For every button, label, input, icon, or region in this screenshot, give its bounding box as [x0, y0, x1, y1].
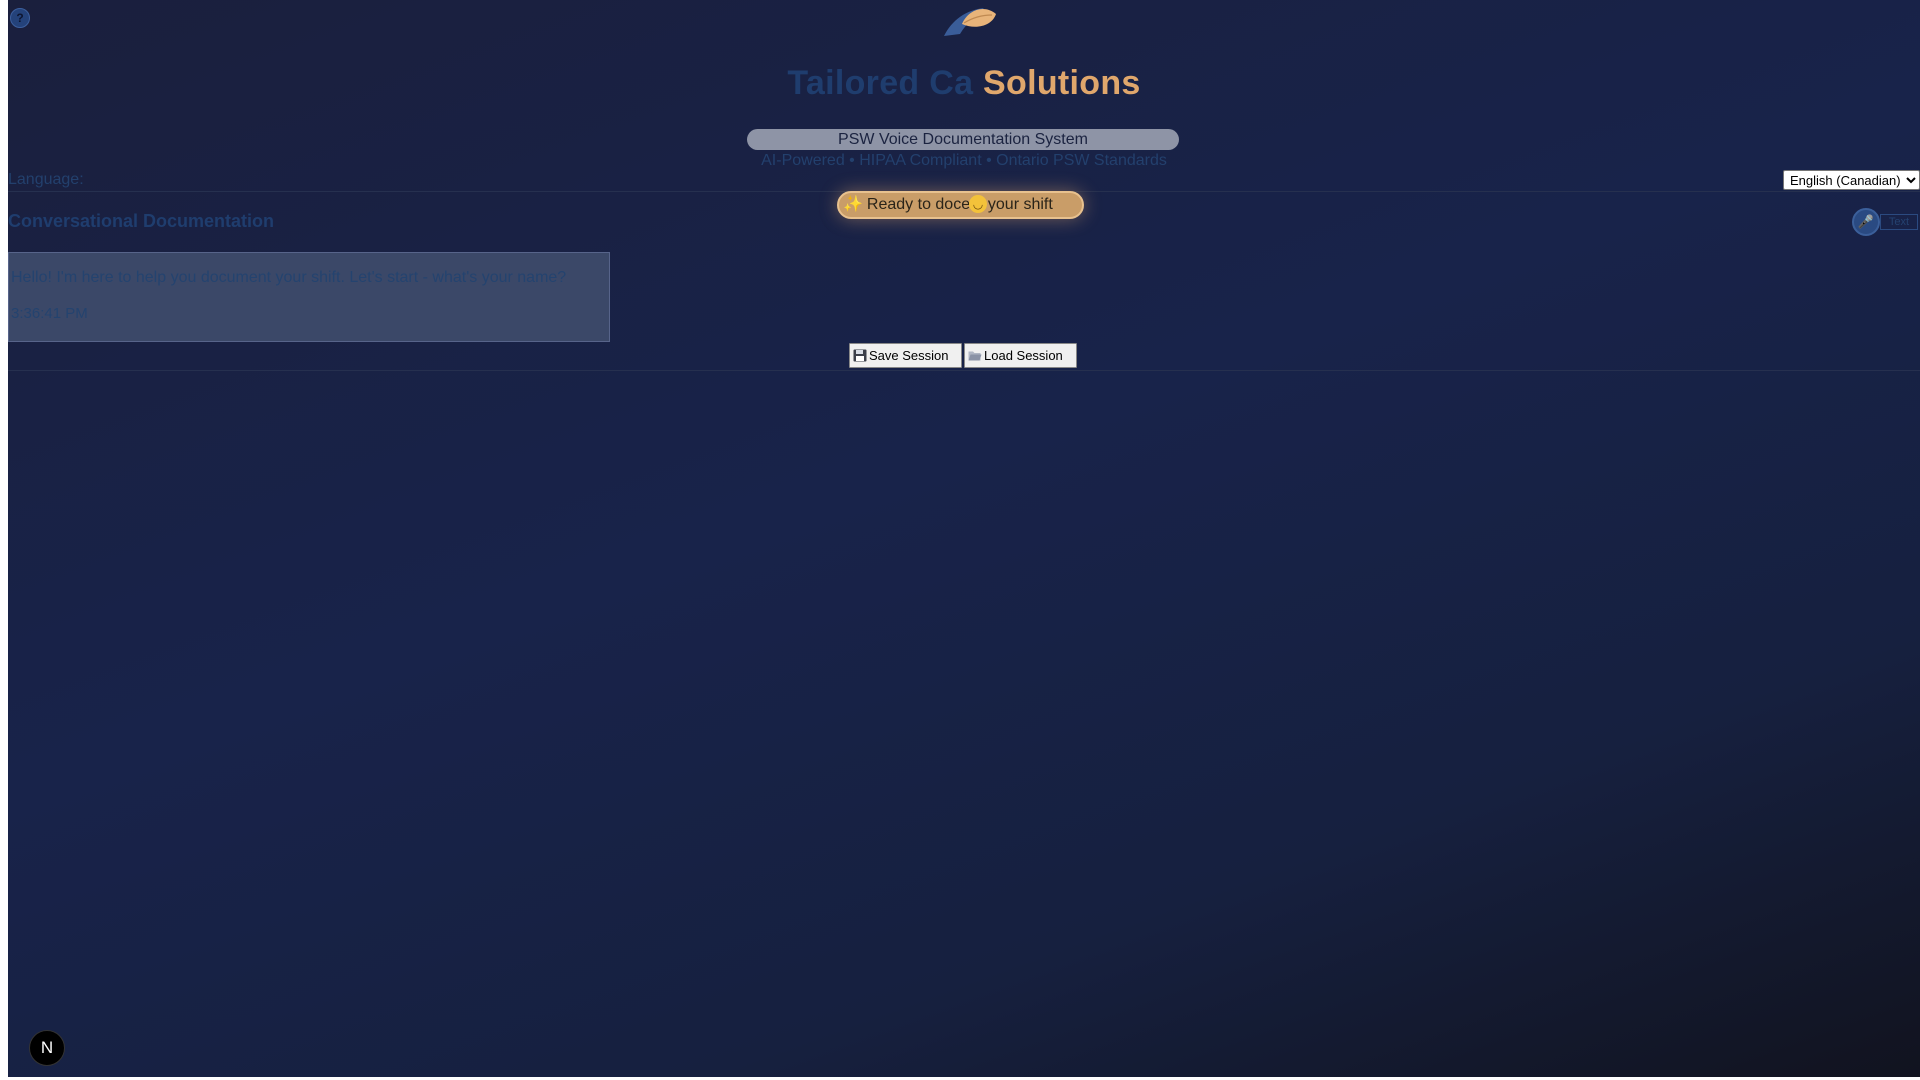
microphone-icon: 🎤 — [1857, 214, 1875, 229]
conversation-title: Conversational Documentation — [8, 211, 275, 231]
help-icon[interactable]: ? — [10, 8, 30, 28]
message-timestamp: 3:36:41 PM — [11, 305, 88, 322]
save-session-button[interactable]: Save Session — [849, 343, 962, 368]
brand-title-part2: Solutions — [983, 64, 1141, 102]
status-badge: ✨ Ready to docent your shift ◡ — [837, 191, 1084, 219]
language-select[interactable]: English (Canadian) — [1783, 170, 1920, 190]
status-text-start: Ready to doc — [866, 196, 962, 213]
save-session-label: Save Session — [869, 348, 949, 363]
load-session-button[interactable]: Load Session — [964, 343, 1077, 368]
tagline: AI-Powered • HIPAA Compliant • Ontario P… — [761, 152, 1167, 169]
smiling-face-icon: ◡ — [969, 195, 987, 213]
quill-logo — [944, 8, 996, 36]
message-text: Hello! I'm here to help you document you… — [11, 269, 567, 286]
floppy-disk-icon — [853, 349, 867, 362]
text-mode-button[interactable]: Text — [1880, 214, 1918, 230]
brand-title-part1: Tailored Ca — [787, 64, 974, 102]
microphone-button[interactable]: 🎤 — [1852, 208, 1880, 236]
sparkles-icon: ✨ — [843, 196, 863, 213]
language-label: Language: — [8, 171, 84, 188]
n-badge-icon[interactable]: N — [29, 1030, 65, 1066]
app-root: ? Tailored Ca Solutions PSW Voice Docume… — [8, 0, 1920, 1077]
system-title-pill: PSW Voice Documentation System — [747, 129, 1179, 150]
assistant-message: Hello! I'm here to help you document you… — [8, 252, 610, 342]
brand-title: Tailored Ca Solutions — [8, 64, 1920, 103]
open-folder-icon — [968, 351, 982, 361]
load-session-label: Load Session — [984, 348, 1063, 363]
actions-divider — [8, 370, 1920, 371]
